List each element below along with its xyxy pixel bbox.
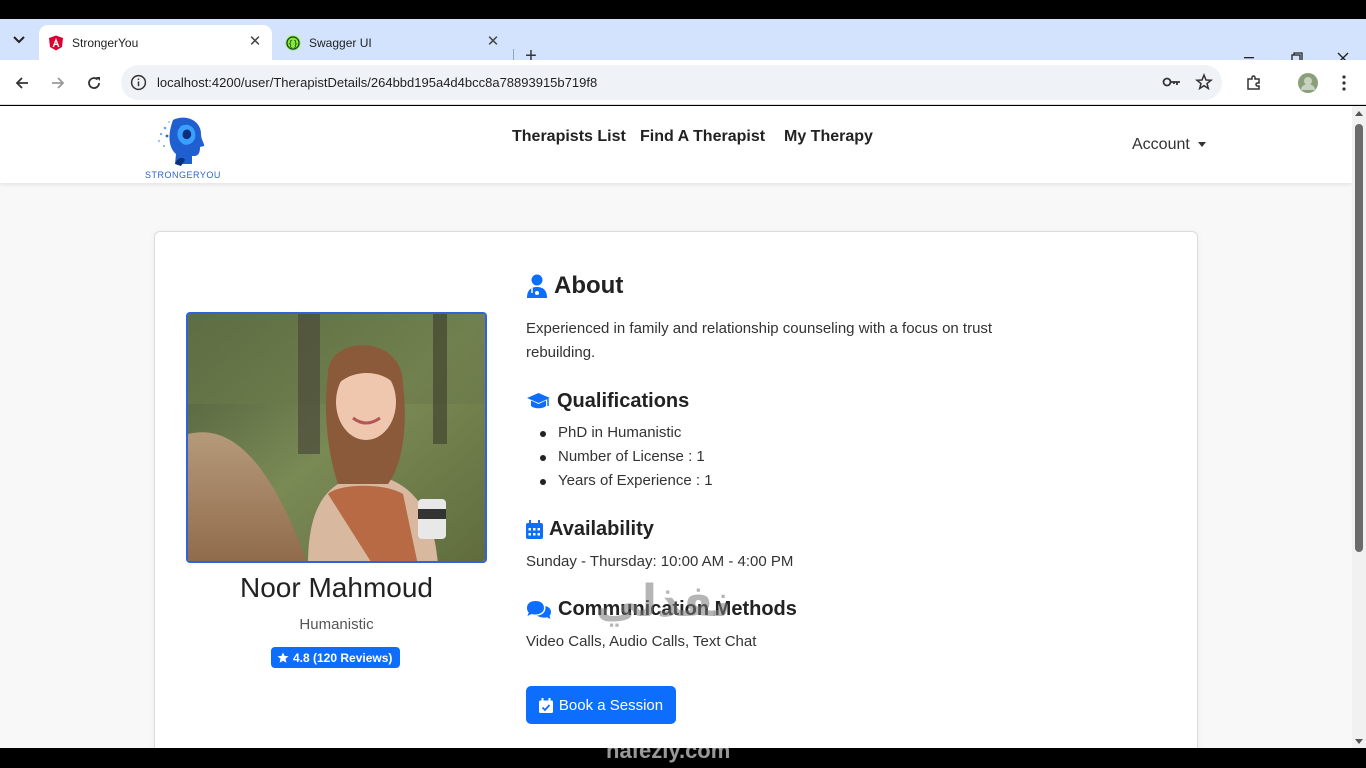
therapist-name: Noor Mahmoud (240, 572, 433, 603)
account-label: Account (1132, 136, 1190, 153)
brand-logo[interactable]: STRONGERYOU (145, 114, 221, 180)
nav-therapists-list[interactable]: Therapists List (512, 128, 626, 146)
scroll-up-arrow-icon[interactable] (1355, 111, 1363, 116)
about-text: Experienced in family and relationship c… (526, 317, 992, 365)
password-key-icon[interactable] (1162, 74, 1182, 90)
logo-head-icon (157, 117, 205, 166)
availability-title: Availability (549, 518, 654, 540)
minimize-icon (1244, 57, 1254, 59)
therapist-portrait-image (188, 314, 485, 561)
list-item: Number of License : 1 (526, 445, 713, 469)
arrow-left-icon (15, 77, 28, 89)
url-text[interactable]: localhost:4200/user/TherapistDetails/264… (157, 75, 597, 90)
close-icon[interactable]: ✕ (247, 34, 263, 50)
nav-my-therapy[interactable]: My Therapy (784, 128, 873, 146)
kebab-menu-icon (1342, 75, 1346, 91)
forward-button[interactable] (46, 71, 70, 95)
browser-menu-button[interactable] (1332, 71, 1356, 95)
chevron-down-icon (13, 36, 25, 44)
page-scrollbar[interactable] (1352, 106, 1366, 748)
therapist-details-card: Noor Mahmoud Humanistic 4.8 (120 Reviews… (154, 231, 1198, 748)
qualifications-heading: Qualifications (526, 390, 689, 413)
angular-icon (49, 35, 63, 51)
availability-text: Sunday - Thursday: 10:00 AM - 4:00 PM (526, 553, 794, 570)
page-content: STRONGERYOU Therapists List Find A Thera… (0, 106, 1352, 748)
site-navbar: STRONGERYOU Therapists List Find A Thera… (0, 106, 1352, 183)
graduation-cap-icon (527, 392, 550, 408)
star-icon (277, 652, 289, 663)
availability-heading: Availability (526, 518, 654, 541)
tab-title: Swagger UI (309, 36, 372, 50)
rating-badge: 4.8 (120 Reviews) (271, 647, 401, 668)
puzzle-icon (1247, 75, 1260, 90)
calendar-check-icon (538, 697, 553, 713)
book-session-button[interactable]: Book a Session (526, 686, 676, 724)
reload-icon (88, 77, 100, 89)
about-text-line: rebuilding. (526, 344, 596, 361)
avatar-icon (1298, 73, 1318, 93)
back-button[interactable] (10, 71, 34, 95)
communication-text: Video Calls, Audio Calls, Text Chat (526, 633, 757, 650)
user-doctor-icon (527, 274, 547, 298)
calendar-icon (526, 520, 543, 539)
tab-search-button[interactable] (6, 27, 32, 53)
close-icon[interactable]: ✕ (485, 34, 501, 50)
tab-title: StrongerYou (72, 36, 139, 50)
rating-text: 4.8 (120 Reviews) (293, 650, 393, 665)
brand-text: STRONGERYOU (145, 170, 221, 180)
extensions-button[interactable] (1242, 71, 1266, 95)
svg-text:{}: {} (288, 39, 298, 48)
swagger-icon: {} (285, 35, 301, 51)
info-icon[interactable] (130, 74, 147, 91)
caret-down-icon (1197, 142, 1206, 148)
nav-find-a-therapist[interactable]: Find A Therapist (640, 128, 765, 146)
address-bar[interactable]: localhost:4200/user/TherapistDetails/264… (121, 65, 1222, 100)
browser-toolbar: localhost:4200/user/TherapistDetails/264… (0, 60, 1366, 105)
qualifications-title: Qualifications (557, 390, 690, 412)
therapist-photo (186, 312, 487, 563)
tab-swagger[interactable]: {} Swagger UI ✕ (276, 25, 510, 60)
account-dropdown[interactable]: Account (1132, 136, 1206, 154)
list-item: Years of Experience : 1 (526, 469, 713, 493)
watermark-arabic: نفذلي (596, 577, 731, 626)
browser-tabstrip: StrongerYou ✕ {} Swagger UI ✕ + (0, 19, 1366, 67)
therapist-specialty: Humanistic (299, 616, 374, 633)
list-item: PhD in Humanistic (526, 421, 713, 445)
about-text-line: Experienced in family and relationship c… (526, 320, 993, 337)
comments-icon (527, 600, 551, 619)
scrollbar-thumb[interactable] (1355, 124, 1363, 552)
profile-avatar[interactable] (1296, 71, 1320, 95)
tab-strongeryou[interactable]: StrongerYou ✕ (39, 25, 272, 60)
qualifications-list: PhD in Humanistic Number of License : 1 … (526, 421, 713, 493)
watermark-latin: nafezly.com (606, 738, 731, 763)
about-heading: About (526, 272, 623, 300)
bookmark-star-icon[interactable] (1195, 73, 1213, 91)
arrow-right-icon (52, 77, 65, 89)
about-title: About (554, 272, 624, 299)
scroll-down-arrow-icon[interactable] (1355, 739, 1363, 744)
book-session-label: Book a Session (558, 696, 664, 714)
top-black-band (0, 0, 1366, 19)
reload-button[interactable] (82, 71, 106, 95)
